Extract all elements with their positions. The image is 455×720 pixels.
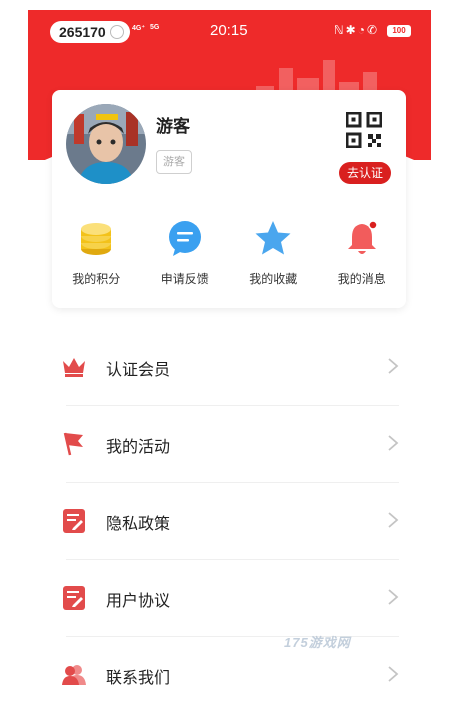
quick-item-messages[interactable]: 我的消息 — [318, 218, 407, 294]
profile-screen: 265170 4G⁺ 5G 20:15 ℕ✱◔✆ 100 游客 游客 去认证 我… — [28, 10, 431, 720]
user-tag: 游客 — [156, 150, 192, 174]
quick-label-feedback: 申请反馈 — [160, 272, 209, 286]
chevron-right-icon — [388, 666, 399, 682]
menu-item-certified-member[interactable]: 认证会员 — [28, 328, 431, 405]
quick-label-messages: 我的消息 — [337, 272, 386, 286]
qr-code-icon[interactable] — [346, 112, 382, 148]
quick-item-favorites[interactable]: 我的收藏 — [229, 218, 318, 294]
chat-bubble-icon — [166, 218, 204, 258]
menu-label-my-activities: 我的活动 — [106, 439, 171, 456]
quick-label-favorites: 我的收藏 — [249, 272, 298, 286]
flag-icon — [60, 431, 88, 457]
system-icons: ℕ✱◔✆ — [334, 23, 379, 37]
menu-item-privacy-policy[interactable]: 隐私政策 — [28, 482, 431, 559]
profile-card: 游客 游客 去认证 我的积分 申请反馈 我的收藏 我的消息 — [52, 90, 406, 308]
people-icon — [60, 662, 88, 688]
watermark: 175游戏网 — [284, 635, 351, 650]
status-time: 20:15 — [210, 22, 248, 39]
star-icon — [254, 218, 292, 258]
document-icon — [60, 585, 88, 611]
certify-button[interactable]: 去认证 — [339, 162, 391, 184]
status-pill-number: 265170 — [59, 24, 106, 40]
quick-item-points[interactable]: 我的积分 — [52, 218, 141, 294]
quick-actions: 我的积分 申请反馈 我的收藏 我的消息 — [52, 218, 406, 294]
menu-item-contact-us[interactable]: 联系我们 — [28, 636, 431, 713]
chevron-right-icon — [388, 589, 399, 605]
status-pill-icon — [109, 25, 124, 39]
chevron-right-icon — [388, 512, 399, 528]
coins-icon — [77, 218, 115, 258]
document-icon — [60, 508, 88, 534]
user-name: 游客 — [156, 117, 190, 136]
bell-icon — [343, 218, 381, 258]
quick-item-feedback[interactable]: 申请反馈 — [141, 218, 230, 294]
menu-item-my-activities[interactable]: 我的活动 — [28, 405, 431, 482]
battery-icon: 100 — [387, 25, 411, 37]
menu-label-contact-us: 联系我们 — [106, 670, 171, 687]
menu-item-user-agreement[interactable]: 用户协议 — [28, 559, 431, 636]
signal-label-b: 5G — [150, 24, 160, 31]
signal-label-a: 4G⁺ — [132, 25, 146, 32]
status-pill: 265170 — [50, 21, 130, 43]
menu-label-privacy-policy: 隐私政策 — [106, 516, 171, 533]
status-bar: 265170 4G⁺ 5G 20:15 ℕ✱◔✆ 100 — [28, 10, 431, 54]
menu-label-certified-member: 认证会员 — [106, 362, 171, 379]
menu-label-user-agreement: 用户协议 — [106, 593, 171, 610]
chevron-right-icon — [388, 435, 399, 451]
avatar[interactable] — [66, 104, 146, 184]
crown-icon — [60, 354, 88, 380]
quick-label-points: 我的积分 — [72, 272, 121, 286]
chevron-right-icon — [388, 358, 399, 374]
